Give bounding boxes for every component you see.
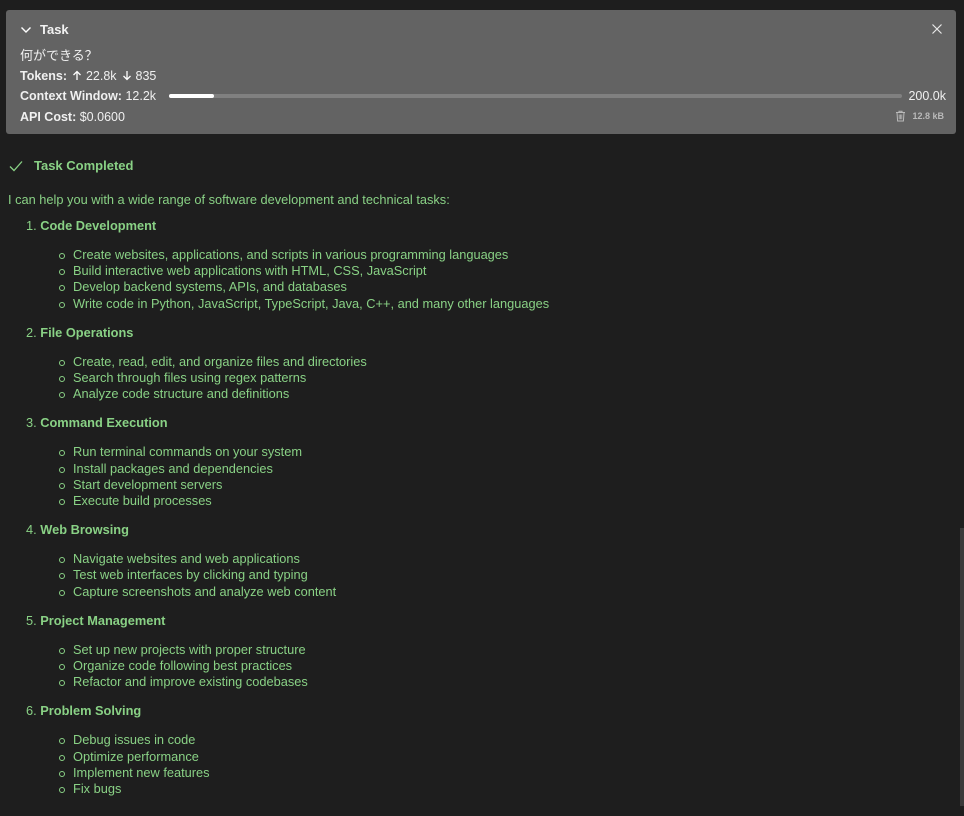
- list-item: Build interactive web applications with …: [58, 263, 948, 279]
- tokens-row: Tokens: 22.8k 835: [20, 69, 156, 83]
- section-item-list: Run terminal commands on your system Inst…: [8, 444, 948, 509]
- list-item: Optimize performance: [58, 749, 948, 765]
- section-item-list: Debug issues in code Optimize performance…: [8, 732, 948, 797]
- section-heading: 4. Web Browsing: [8, 522, 948, 538]
- section-heading: 3. Command Execution: [8, 415, 948, 431]
- completion-result: I can help you with a wide range of soft…: [8, 192, 948, 810]
- capability-section: 5. Project Management Set up new projects…: [8, 613, 948, 691]
- task-title-row[interactable]: Task: [20, 22, 69, 37]
- capability-section: 6. Problem Solving Debug issues in code Op…: [8, 703, 948, 797]
- section-heading: 1. Code Development: [8, 218, 948, 234]
- list-item: Develop backend systems, APIs, and datab…: [58, 279, 948, 295]
- section-title: Command Execution: [40, 415, 168, 431]
- task-size: 12.8 kB: [912, 111, 944, 121]
- section-title: Web Browsing: [40, 522, 129, 538]
- chat-panel: Task 何ができる？ Tokens: 22.8k 835 Context Wi…: [0, 0, 964, 816]
- list-item: Debug issues in code: [58, 732, 948, 748]
- section-number: 4.: [26, 522, 37, 538]
- section-title: Project Management: [40, 612, 166, 628]
- tokens-out-value: 835: [135, 69, 157, 83]
- section-number: 2.: [26, 324, 37, 340]
- context-window-bar-fill: [169, 94, 214, 98]
- api-cost-value: $0.0600: [79, 110, 125, 124]
- capability-section: 4. Web Browsing Navigate websites and web…: [8, 522, 948, 600]
- task-question: 何ができる？: [20, 48, 98, 63]
- context-window-row: Context Window: 12.2k: [20, 89, 156, 103]
- list-item: Navigate websites and web applications: [58, 551, 948, 567]
- list-item: Implement new features: [58, 765, 948, 781]
- list-item: Organize code following best practices: [58, 658, 948, 674]
- section-number: 5.: [26, 612, 37, 628]
- section-number: 3.: [26, 415, 37, 431]
- section-number: 6.: [26, 703, 37, 719]
- tokens-label: Tokens:: [20, 69, 67, 83]
- section-heading: 5. Project Management: [8, 613, 948, 629]
- task-completed-label: Task Completed: [34, 158, 134, 173]
- close-icon[interactable]: [930, 22, 944, 36]
- list-item: Run terminal commands on your system: [58, 444, 948, 460]
- list-item: Test web interfaces by clicking and typi…: [58, 567, 948, 583]
- arrow-down-icon: [123, 71, 132, 81]
- task-header-card[interactable]: Task 何ができる？ Tokens: 22.8k 835 Context Wi…: [6, 10, 956, 134]
- context-window-label: Context Window:: [20, 89, 122, 103]
- section-heading: 2. File Operations: [8, 325, 948, 341]
- section-title: Code Development: [40, 218, 157, 233]
- list-item: Analyze code structure and definitions: [58, 386, 948, 402]
- context-used-value: 12.2k: [125, 89, 157, 103]
- scrollbar-thumb[interactable]: [960, 528, 964, 806]
- section-item-list: Navigate websites and web applications Te…: [8, 551, 948, 600]
- list-item: Search through files using regex pattern…: [58, 370, 948, 386]
- list-item: Start development servers: [58, 477, 948, 493]
- capability-section: 3. Command Execution Run terminal command…: [8, 415, 948, 509]
- capability-section: 2. File Operations Create, read, edit, an…: [8, 325, 948, 403]
- list-item: Create, read, edit, and organize files a…: [58, 354, 948, 370]
- list-item: Set up new projects with proper structur…: [58, 642, 948, 658]
- section-item-list: Create websites, applications, and scrip…: [8, 247, 948, 312]
- list-item: Write code in Python, JavaScript, TypeSc…: [58, 296, 948, 312]
- list-item: Fix bugs: [58, 781, 948, 797]
- list-item: Install packages and dependencies: [58, 461, 948, 477]
- section-title: File Operations: [40, 324, 134, 340]
- check-icon: [9, 160, 23, 171]
- list-item: Capture screenshots and analyze web cont…: [58, 584, 948, 600]
- api-cost-row: API Cost: $0.0600: [20, 110, 125, 124]
- context-window-bar: [169, 94, 902, 98]
- arrow-up-icon: [73, 70, 82, 80]
- api-cost-label: API Cost:: [20, 110, 77, 124]
- capability-section: 1. Code Development Create websites, appl…: [8, 218, 948, 312]
- tokens-in-value: 22.8k: [85, 69, 117, 83]
- chevron-down-icon[interactable]: [20, 24, 32, 36]
- section-item-list: Set up new projects with proper structur…: [8, 642, 948, 691]
- trash-icon[interactable]: [895, 110, 906, 122]
- context-max-value: 200.0k: [908, 89, 946, 103]
- task-completed-header: Task Completed: [8, 158, 133, 173]
- section-title: Problem Solving: [40, 703, 142, 719]
- list-item: Refactor and improve existing codebases: [58, 674, 948, 690]
- list-item: Create websites, applications, and scrip…: [58, 247, 948, 263]
- list-item: Execute build processes: [58, 493, 948, 509]
- result-intro: I can help you with a wide range of soft…: [8, 192, 450, 207]
- section-number: 1.: [26, 218, 37, 233]
- section-item-list: Create, read, edit, and organize files a…: [8, 354, 948, 403]
- task-title: Task: [40, 22, 69, 37]
- section-heading: 6. Problem Solving: [8, 703, 948, 719]
- task-size-group: 12.8 kB: [895, 110, 944, 122]
